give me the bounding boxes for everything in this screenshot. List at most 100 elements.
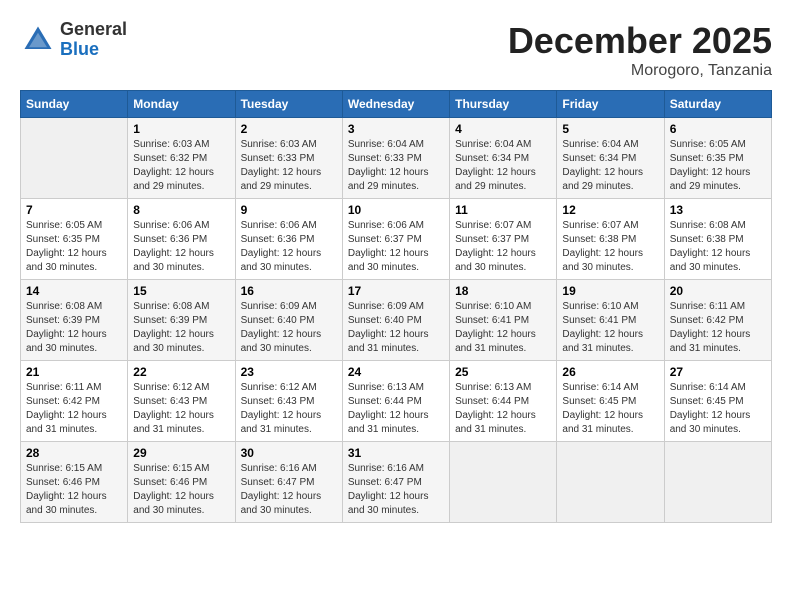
day-info: Sunrise: 6:11 AMSunset: 6:42 PMDaylight:… [670,300,766,356]
day-number: 2 [241,122,337,136]
day-number: 29 [133,446,229,460]
calendar-cell: 9 Sunrise: 6:06 AMSunset: 6:36 PMDaylight… [235,199,342,280]
calendar-cell: 26 Sunrise: 6:14 AMSunset: 6:45 PMDayligh… [557,361,664,442]
weekday-header: Friday [557,91,664,118]
day-info: Sunrise: 6:08 AMSunset: 6:38 PMDaylight:… [670,219,766,275]
weekday-header: Wednesday [342,91,449,118]
day-info: Sunrise: 6:09 AMSunset: 6:40 PMDaylight:… [348,300,444,356]
day-info: Sunrise: 6:05 AMSunset: 6:35 PMDaylight:… [670,138,766,194]
day-number: 5 [562,122,658,136]
day-number: 14 [26,284,122,298]
calendar-week-row: 28 Sunrise: 6:15 AMSunset: 6:46 PMDayligh… [21,442,772,523]
day-info: Sunrise: 6:14 AMSunset: 6:45 PMDaylight:… [670,381,766,437]
day-info: Sunrise: 6:13 AMSunset: 6:44 PMDaylight:… [455,381,551,437]
logo: General Blue [20,20,127,60]
day-number: 11 [455,203,551,217]
day-number: 13 [670,203,766,217]
calendar-cell: 17 Sunrise: 6:09 AMSunset: 6:40 PMDayligh… [342,280,449,361]
logo-text: General Blue [60,20,127,60]
day-info: Sunrise: 6:14 AMSunset: 6:45 PMDaylight:… [562,381,658,437]
calendar-cell: 11Sunrise: 6:07 AMSunset: 6:37 PMDayligh… [450,199,557,280]
day-info: Sunrise: 6:08 AMSunset: 6:39 PMDaylight:… [26,300,122,356]
calendar-week-row: 21 Sunrise: 6:11 AMSunset: 6:42 PMDayligh… [21,361,772,442]
day-info: Sunrise: 6:04 AMSunset: 6:33 PMDaylight:… [348,138,444,194]
day-number: 30 [241,446,337,460]
calendar-cell [450,442,557,523]
day-info: Sunrise: 6:13 AMSunset: 6:44 PMDaylight:… [348,381,444,437]
day-number: 27 [670,365,766,379]
calendar-cell: 23Sunrise: 6:12 AMSunset: 6:43 PMDayligh… [235,361,342,442]
day-info: Sunrise: 6:08 AMSunset: 6:39 PMDaylight:… [133,300,229,356]
day-number: 6 [670,122,766,136]
weekday-header: Sunday [21,91,128,118]
calendar-cell [557,442,664,523]
calendar-cell: 4Sunrise: 6:04 AMSunset: 6:34 PMDaylight… [450,118,557,199]
calendar-cell: 20 Sunrise: 6:11 AMSunset: 6:42 PMDayligh… [664,280,771,361]
day-number: 8 [133,203,229,217]
calendar-cell: 21 Sunrise: 6:11 AMSunset: 6:42 PMDayligh… [21,361,128,442]
day-number: 12 [562,203,658,217]
day-info: Sunrise: 6:09 AMSunset: 6:40 PMDaylight:… [241,300,337,356]
day-number: 25 [455,365,551,379]
calendar-cell: 14 Sunrise: 6:08 AMSunset: 6:39 PMDayligh… [21,280,128,361]
calendar-cell: 6 Sunrise: 6:05 AMSunset: 6:35 PMDaylight… [664,118,771,199]
calendar-cell: 5Sunrise: 6:04 AMSunset: 6:34 PMDaylight… [557,118,664,199]
calendar-cell: 24Sunrise: 6:13 AMSunset: 6:44 PMDayligh… [342,361,449,442]
month-title: December 2025 [508,20,772,62]
calendar-cell: 3 Sunrise: 6:04 AMSunset: 6:33 PMDaylight… [342,118,449,199]
day-number: 10 [348,203,444,217]
calendar-week-row: 1Sunrise: 6:03 AMSunset: 6:32 PMDaylight… [21,118,772,199]
day-info: Sunrise: 6:06 AMSunset: 6:36 PMDaylight:… [241,219,337,275]
day-number: 15 [133,284,229,298]
calendar-cell: 25 Sunrise: 6:13 AMSunset: 6:44 PMDayligh… [450,361,557,442]
day-number: 28 [26,446,122,460]
day-info: Sunrise: 6:15 AMSunset: 6:46 PMDaylight:… [26,462,122,518]
day-number: 23 [241,365,337,379]
calendar-cell: 13 Sunrise: 6:08 AMSunset: 6:38 PMDayligh… [664,199,771,280]
day-info: Sunrise: 6:16 AMSunset: 6:47 PMDaylight:… [241,462,337,518]
calendar-week-row: 14 Sunrise: 6:08 AMSunset: 6:39 PMDayligh… [21,280,772,361]
day-info: Sunrise: 6:10 AMSunset: 6:41 PMDaylight:… [562,300,658,356]
day-number: 9 [241,203,337,217]
day-number: 31 [348,446,444,460]
title-block: December 2025 Morogoro, Tanzania [508,20,772,80]
day-info: Sunrise: 6:16 AMSunset: 6:47 PMDaylight:… [348,462,444,518]
day-info: Sunrise: 6:03 AMSunset: 6:33 PMDaylight:… [241,138,337,194]
day-number: 22 [133,365,229,379]
weekday-header: Monday [128,91,235,118]
calendar-cell: 10Sunrise: 6:06 AMSunset: 6:37 PMDayligh… [342,199,449,280]
day-number: 20 [670,284,766,298]
weekday-header: Saturday [664,91,771,118]
day-number: 18 [455,284,551,298]
calendar-cell: 7Sunrise: 6:05 AMSunset: 6:35 PMDaylight… [21,199,128,280]
calendar-table: SundayMondayTuesdayWednesdayThursdayFrid… [20,90,772,523]
calendar-cell: 2 Sunrise: 6:03 AMSunset: 6:33 PMDaylight… [235,118,342,199]
day-number: 16 [241,284,337,298]
calendar-cell: 18Sunrise: 6:10 AMSunset: 6:41 PMDayligh… [450,280,557,361]
day-info: Sunrise: 6:04 AMSunset: 6:34 PMDaylight:… [455,138,551,194]
day-info: Sunrise: 6:11 AMSunset: 6:42 PMDaylight:… [26,381,122,437]
location: Morogoro, Tanzania [508,62,772,80]
day-number: 1 [133,122,229,136]
calendar-cell: 29 Sunrise: 6:15 AMSunset: 6:46 PMDayligh… [128,442,235,523]
day-number: 19 [562,284,658,298]
calendar-cell: 30 Sunrise: 6:16 AMSunset: 6:47 PMDayligh… [235,442,342,523]
day-info: Sunrise: 6:15 AMSunset: 6:46 PMDaylight:… [133,462,229,518]
day-info: Sunrise: 6:07 AMSunset: 6:38 PMDaylight:… [562,219,658,275]
day-number: 17 [348,284,444,298]
calendar-week-row: 7Sunrise: 6:05 AMSunset: 6:35 PMDaylight… [21,199,772,280]
day-number: 26 [562,365,658,379]
calendar-cell: 28 Sunrise: 6:15 AMSunset: 6:46 PMDayligh… [21,442,128,523]
calendar-cell [21,118,128,199]
day-info: Sunrise: 6:12 AMSunset: 6:43 PMDaylight:… [133,381,229,437]
calendar-cell: 15 Sunrise: 6:08 AMSunset: 6:39 PMDayligh… [128,280,235,361]
calendar-cell: 27 Sunrise: 6:14 AMSunset: 6:45 PMDayligh… [664,361,771,442]
day-info: Sunrise: 6:06 AMSunset: 6:36 PMDaylight:… [133,219,229,275]
calendar-cell: 8 Sunrise: 6:06 AMSunset: 6:36 PMDaylight… [128,199,235,280]
day-number: 21 [26,365,122,379]
day-number: 3 [348,122,444,136]
calendar-cell: 16 Sunrise: 6:09 AMSunset: 6:40 PMDayligh… [235,280,342,361]
calendar-cell: 1Sunrise: 6:03 AMSunset: 6:32 PMDaylight… [128,118,235,199]
calendar-cell: 12 Sunrise: 6:07 AMSunset: 6:38 PMDayligh… [557,199,664,280]
weekday-header: Thursday [450,91,557,118]
